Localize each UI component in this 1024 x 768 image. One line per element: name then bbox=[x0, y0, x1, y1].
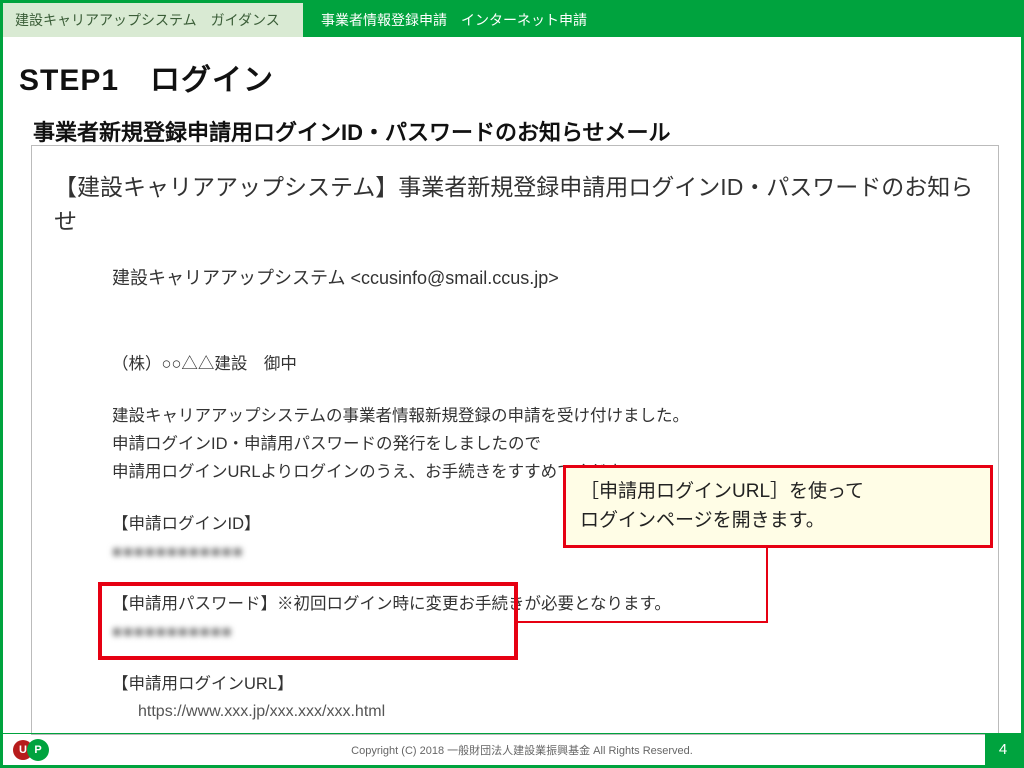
logo-p-icon: P bbox=[27, 739, 49, 761]
login-id-value: ■■■■■■■■■■■■ bbox=[112, 538, 244, 566]
email-body-line: 申請ログインID・申請用パスワードの発行をしましたので bbox=[112, 430, 998, 458]
login-url-label: 【申請用ログインURL】 bbox=[112, 670, 998, 698]
email-from: 建設キャリアアップシステム <ccusinfo@smail.ccus.jp> bbox=[32, 244, 998, 290]
email-body-line: 建設キャリアアップシステムの事業者情報新規登録の申請を受け付けました。 bbox=[112, 402, 998, 430]
header-left: 建設キャリアアップシステム ガイダンス bbox=[3, 3, 303, 37]
copyright-text: Copyright (C) 2018 一般財団法人建設業振興基金 All Rig… bbox=[59, 742, 985, 758]
login-url-value: https://www.xxx.jp/xxx.xxx/xxx.html bbox=[112, 698, 998, 725]
connector-line-h bbox=[518, 621, 768, 623]
password-block: 【申請用パスワード】※初回ログイン時に変更お手続きが必要となります。 ■■■■■… bbox=[112, 590, 998, 646]
page-number: 4 bbox=[985, 734, 1021, 766]
footer-logo: U P bbox=[3, 739, 59, 761]
connector-line-v bbox=[766, 538, 768, 623]
footer: U P Copyright (C) 2018 一般財団法人建設業振興基金 All… bbox=[3, 733, 1021, 765]
email-preview: 【建設キャリアアップシステム】事業者新規登録申請用ログインID・パスワードのお知… bbox=[31, 145, 999, 735]
password-value: ■■■■■■■■■■■ bbox=[112, 618, 233, 646]
callout-line: ログインページを開きます。 bbox=[580, 507, 976, 536]
header-right: 事業者情報登録申請 インターネット申請 bbox=[303, 3, 1021, 37]
callout-box: ［申請用ログインURL］を使って ログインページを開きます。 bbox=[563, 465, 993, 548]
slide: 建設キャリアアップシステム ガイダンス 事業者情報登録申請 インターネット申請 … bbox=[0, 0, 1024, 768]
password-label: 【申請用パスワード】※初回ログイン時に変更お手続きが必要となります。 bbox=[112, 590, 998, 618]
email-subject: 【建設キャリアアップシステム】事業者新規登録申請用ログインID・パスワードのお知… bbox=[32, 146, 998, 244]
step-title: STEP1 ログイン bbox=[3, 37, 1021, 109]
login-url-block: 【申請用ログインURL】 https://www.xxx.jp/xxx.xxx/… bbox=[112, 670, 998, 725]
callout-line: ［申請用ログインURL］を使って bbox=[580, 478, 976, 507]
header-bar: 建設キャリアアップシステム ガイダンス 事業者情報登録申請 インターネット申請 bbox=[3, 3, 1021, 37]
email-greeting: （株）○○△△建設 御中 bbox=[112, 350, 998, 378]
